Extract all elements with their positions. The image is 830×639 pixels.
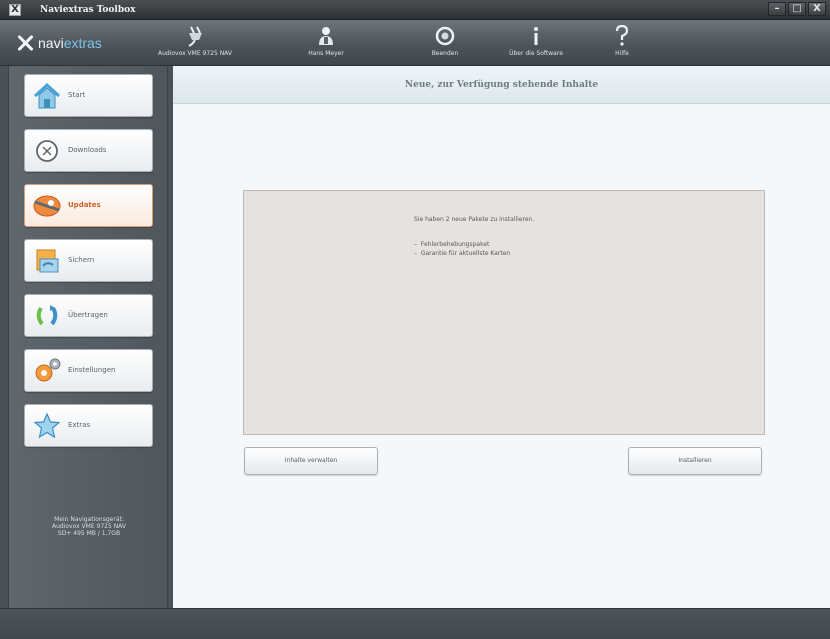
- sidebar-item-label: Übertragen: [68, 311, 108, 319]
- sidebar: Start Downloads Updates Sichern Übertrag…: [8, 66, 168, 612]
- plug-icon: [145, 22, 245, 50]
- list-item: – Garantie für aktuellste Karten: [414, 250, 511, 257]
- brand-logo: naviextras: [16, 34, 102, 52]
- backup-icon: [28, 242, 66, 280]
- toolbar-exit-label: Beenden: [431, 50, 459, 57]
- transfer-icon: [28, 297, 66, 335]
- top-toolbar: naviextras Audiovox VME 9725 NAV Hans Me…: [0, 20, 830, 66]
- toolbar-user[interactable]: Hans Meyer: [296, 22, 356, 64]
- minimize-button[interactable]: –: [768, 2, 786, 16]
- info-icon: [491, 22, 581, 50]
- sidebar-item-label: Extras: [68, 421, 91, 429]
- toolbar-device[interactable]: Audiovox VME 9725 NAV: [145, 22, 245, 64]
- toolbar-about-label: Über die Software: [509, 50, 563, 57]
- toolbar-user-label: Hans Meyer: [308, 50, 344, 57]
- window-title: Naviextras Toolbox: [40, 5, 136, 15]
- settings-icon: [28, 352, 66, 390]
- toolbar-about[interactable]: Über die Software: [491, 22, 581, 64]
- sidebar-item-extras[interactable]: Extras: [24, 404, 153, 447]
- updates-icon: [28, 187, 66, 225]
- sidebar-item-start[interactable]: Start: [24, 74, 153, 117]
- sidebar-item-label: Updates: [68, 201, 101, 209]
- install-button[interactable]: Installieren: [628, 447, 762, 475]
- sidebar-item-backup[interactable]: Sichern: [24, 239, 153, 282]
- sidebar-item-settings[interactable]: Einstellungen: [24, 349, 153, 392]
- star-icon: [28, 407, 66, 445]
- toolbar-help[interactable]: Hilfe: [602, 22, 642, 64]
- sidebar-item-label: Sichern: [68, 256, 95, 264]
- manage-content-button[interactable]: Inhalte verwalten: [244, 447, 378, 475]
- app-logo-icon: X: [9, 4, 21, 16]
- sidebar-item-downloads[interactable]: Downloads: [24, 129, 153, 172]
- title-bar: X Naviextras Toolbox – □ X: [0, 0, 830, 20]
- sidebar-item-label: Einstellungen: [68, 366, 116, 374]
- toolbar-help-label: Hilfe: [615, 50, 629, 57]
- home-icon: [28, 77, 66, 115]
- device-info-model: Audiovox VME 9725 NAV: [51, 523, 127, 530]
- brand-x-icon: [16, 34, 34, 52]
- window-controls: – □ X: [768, 2, 826, 16]
- package-message: Sie haben 2 neue Pakete zu installieren.: [414, 216, 535, 223]
- page-title: Neue, zur Verfügung stehende Inhalte: [173, 66, 830, 104]
- toolbar-exit[interactable]: Beenden: [417, 22, 473, 64]
- help-icon: [602, 22, 642, 50]
- device-info-heading: Mein Navigationsgerät:: [54, 516, 124, 523]
- toolbar-device-label: Audiovox VME 9725 NAV: [157, 50, 233, 57]
- sidebar-item-label: Downloads: [68, 146, 107, 154]
- brand-name: naviextras: [38, 35, 102, 51]
- sidebar-item-transfer[interactable]: Übertragen: [24, 294, 153, 337]
- user-icon: [296, 22, 356, 50]
- package-list: – Fehlerbehebungspaket – Garantie für ak…: [414, 240, 510, 258]
- sidebar-item-label: Start: [68, 91, 86, 99]
- package-info-panel: Sie haben 2 neue Pakete zu installieren.…: [243, 190, 765, 435]
- status-bar: [0, 608, 830, 639]
- power-icon: [417, 22, 473, 50]
- download-icon: [28, 132, 66, 170]
- close-button[interactable]: X: [808, 2, 826, 16]
- main-content: Neue, zur Verfügung stehende Inhalte Sie…: [173, 66, 830, 608]
- list-item: – Fehlerbehebungspaket: [414, 241, 490, 248]
- device-info: Mein Navigationsgerät: Audiovox VME 9725…: [9, 516, 169, 537]
- sidebar-item-updates[interactable]: Updates: [24, 184, 153, 227]
- maximize-button[interactable]: □: [788, 2, 806, 16]
- device-info-storage: SD+ 495 MB / 1,7GB: [57, 530, 121, 537]
